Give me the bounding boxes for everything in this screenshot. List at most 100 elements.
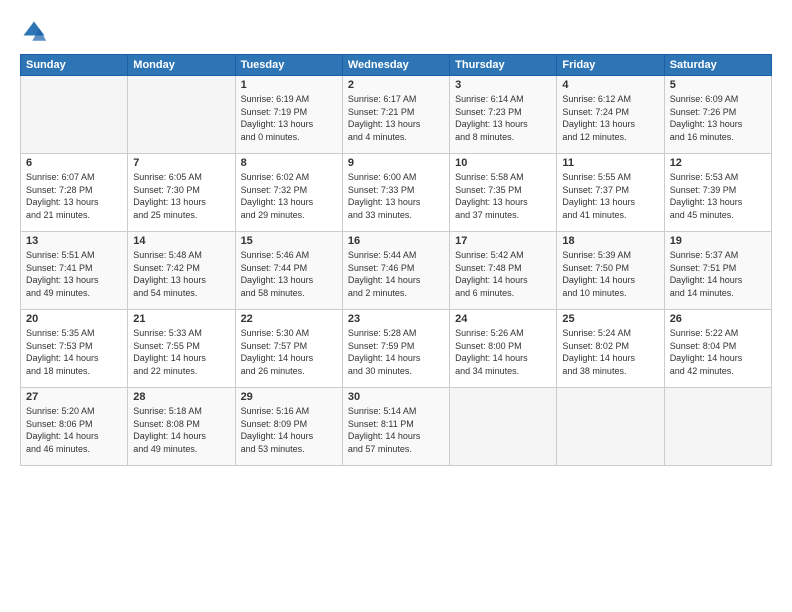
day-info: Sunrise: 5:51 AM Sunset: 7:41 PM Dayligh…: [26, 249, 122, 299]
calendar-cell: 25Sunrise: 5:24 AM Sunset: 8:02 PM Dayli…: [557, 310, 664, 388]
day-info: Sunrise: 5:42 AM Sunset: 7:48 PM Dayligh…: [455, 249, 551, 299]
calendar-cell: 20Sunrise: 5:35 AM Sunset: 7:53 PM Dayli…: [21, 310, 128, 388]
day-info: Sunrise: 5:53 AM Sunset: 7:39 PM Dayligh…: [670, 171, 766, 221]
calendar-week-row: 6 Sunrise: 6:07 AM Sunset: 7:28 PM Daylig…: [21, 154, 772, 232]
calendar-week-row: 1 Sunrise: 6:19 AM Sunset: 7:19 PM Daylig…: [21, 76, 772, 154]
calendar-week-row: 27 Sunrise: 5:20 AM Sunset: 8:06 PM Dayli…: [21, 388, 772, 466]
day-info: Sunrise: 6:17 AM Sunset: 7:21 PM Dayligh…: [348, 93, 444, 143]
calendar-table: SundayMondayTuesdayWednesdayThursdayFrid…: [20, 54, 772, 466]
calendar-cell: [557, 388, 664, 466]
day-info: Sunrise: 5:46 AM Sunset: 7:44 PM Dayligh…: [241, 249, 337, 299]
day-info: Sunrise: 6:09 AM Sunset: 7:26 PM Dayligh…: [670, 93, 766, 143]
calendar-cell: 21 Sunrise: 5:33 AM Sunset: 7:55 PM Dayli…: [128, 310, 235, 388]
day-info: Sunrise: 6:00 AM Sunset: 7:33 PM Dayligh…: [348, 171, 444, 221]
day-number: 17: [455, 235, 551, 247]
calendar-cell: 17 Sunrise: 5:42 AM Sunset: 7:48 PM Dayli…: [450, 232, 557, 310]
day-info: Sunrise: 5:55 AM Sunset: 7:37 PM Dayligh…: [562, 171, 658, 221]
day-number: 12: [670, 157, 766, 169]
calendar-cell: 16 Sunrise: 5:44 AM Sunset: 7:46 PM Dayli…: [342, 232, 449, 310]
day-info: Sunrise: 5:39 AM Sunset: 7:50 PM Dayligh…: [562, 249, 658, 299]
calendar-cell: 6 Sunrise: 6:07 AM Sunset: 7:28 PM Daylig…: [21, 154, 128, 232]
calendar-cell: 5 Sunrise: 6:09 AM Sunset: 7:26 PM Daylig…: [664, 76, 771, 154]
day-number: 4: [562, 79, 658, 91]
calendar-cell: 13 Sunrise: 5:51 AM Sunset: 7:41 PM Dayli…: [21, 232, 128, 310]
calendar-cell: 14Sunrise: 5:48 AM Sunset: 7:42 PM Dayli…: [128, 232, 235, 310]
calendar-cell: 28 Sunrise: 5:18 AM Sunset: 8:08 PM Dayli…: [128, 388, 235, 466]
weekday-header-wednesday: Wednesday: [342, 55, 449, 76]
day-number: 19: [670, 235, 766, 247]
calendar-cell: 19 Sunrise: 5:37 AM Sunset: 7:51 PM Dayli…: [664, 232, 771, 310]
day-info: Sunrise: 5:14 AM Sunset: 8:11 PM Dayligh…: [348, 405, 444, 455]
day-number: 8: [241, 157, 337, 169]
calendar-cell: 4 Sunrise: 6:12 AM Sunset: 7:24 PM Daylig…: [557, 76, 664, 154]
day-number: 24: [455, 313, 551, 325]
day-number: 26: [670, 313, 766, 325]
day-number: 21: [133, 313, 229, 325]
day-info: Sunrise: 5:28 AM Sunset: 7:59 PM Dayligh…: [348, 327, 444, 377]
day-info: Sunrise: 5:22 AM Sunset: 8:04 PM Dayligh…: [670, 327, 766, 377]
day-number: 22: [241, 313, 337, 325]
calendar-cell: 10Sunrise: 5:58 AM Sunset: 7:35 PM Dayli…: [450, 154, 557, 232]
calendar-cell: 9 Sunrise: 6:00 AM Sunset: 7:33 PM Daylig…: [342, 154, 449, 232]
day-info: Sunrise: 6:19 AM Sunset: 7:19 PM Dayligh…: [241, 93, 337, 143]
day-info: Sunrise: 5:18 AM Sunset: 8:08 PM Dayligh…: [133, 405, 229, 455]
day-number: 16: [348, 235, 444, 247]
day-info: Sunrise: 5:20 AM Sunset: 8:06 PM Dayligh…: [26, 405, 122, 455]
weekday-header-friday: Friday: [557, 55, 664, 76]
day-info: Sunrise: 5:48 AM Sunset: 7:42 PM Dayligh…: [133, 249, 229, 299]
calendar-cell: 22Sunrise: 5:30 AM Sunset: 7:57 PM Dayli…: [235, 310, 342, 388]
day-number: 6: [26, 157, 122, 169]
calendar-cell: 12 Sunrise: 5:53 AM Sunset: 7:39 PM Dayli…: [664, 154, 771, 232]
calendar-cell: 23 Sunrise: 5:28 AM Sunset: 7:59 PM Dayli…: [342, 310, 449, 388]
day-number: 1: [241, 79, 337, 91]
day-number: 2: [348, 79, 444, 91]
weekday-header-saturday: Saturday: [664, 55, 771, 76]
calendar-cell: 1 Sunrise: 6:19 AM Sunset: 7:19 PM Daylig…: [235, 76, 342, 154]
weekday-header-sunday: Sunday: [21, 55, 128, 76]
day-number: 29: [241, 391, 337, 403]
day-info: Sunrise: 5:26 AM Sunset: 8:00 PM Dayligh…: [455, 327, 551, 377]
day-number: 23: [348, 313, 444, 325]
calendar-cell: [128, 76, 235, 154]
calendar-cell: [664, 388, 771, 466]
weekday-header-thursday: Thursday: [450, 55, 557, 76]
day-number: 7: [133, 157, 229, 169]
day-info: Sunrise: 6:07 AM Sunset: 7:28 PM Dayligh…: [26, 171, 122, 221]
calendar-cell: 29 Sunrise: 5:16 AM Sunset: 8:09 PM Dayli…: [235, 388, 342, 466]
day-info: Sunrise: 6:02 AM Sunset: 7:32 PM Dayligh…: [241, 171, 337, 221]
day-number: 11: [562, 157, 658, 169]
calendar-cell: 8 Sunrise: 6:02 AM Sunset: 7:32 PM Daylig…: [235, 154, 342, 232]
weekday-header-tuesday: Tuesday: [235, 55, 342, 76]
calendar-cell: 11 Sunrise: 5:55 AM Sunset: 7:37 PM Dayli…: [557, 154, 664, 232]
day-info: Sunrise: 5:37 AM Sunset: 7:51 PM Dayligh…: [670, 249, 766, 299]
day-number: 13: [26, 235, 122, 247]
day-number: 25: [562, 313, 658, 325]
calendar-week-row: 13 Sunrise: 5:51 AM Sunset: 7:41 PM Dayli…: [21, 232, 772, 310]
day-info: Sunrise: 6:14 AM Sunset: 7:23 PM Dayligh…: [455, 93, 551, 143]
calendar-cell: 15 Sunrise: 5:46 AM Sunset: 7:44 PM Dayli…: [235, 232, 342, 310]
day-number: 27: [26, 391, 122, 403]
calendar-cell: 3Sunrise: 6:14 AM Sunset: 7:23 PM Daylig…: [450, 76, 557, 154]
day-info: Sunrise: 6:12 AM Sunset: 7:24 PM Dayligh…: [562, 93, 658, 143]
day-number: 9: [348, 157, 444, 169]
day-number: 15: [241, 235, 337, 247]
weekday-header-row: SundayMondayTuesdayWednesdayThursdayFrid…: [21, 55, 772, 76]
day-number: 18: [562, 235, 658, 247]
day-number: 20: [26, 313, 122, 325]
day-info: Sunrise: 5:16 AM Sunset: 8:09 PM Dayligh…: [241, 405, 337, 455]
day-number: 28: [133, 391, 229, 403]
day-number: 10: [455, 157, 551, 169]
calendar-cell: 27 Sunrise: 5:20 AM Sunset: 8:06 PM Dayli…: [21, 388, 128, 466]
day-info: Sunrise: 6:05 AM Sunset: 7:30 PM Dayligh…: [133, 171, 229, 221]
calendar-cell: [21, 76, 128, 154]
calendar-cell: 18 Sunrise: 5:39 AM Sunset: 7:50 PM Dayli…: [557, 232, 664, 310]
day-number: 5: [670, 79, 766, 91]
header: [20, 18, 772, 46]
calendar-cell: 7 Sunrise: 6:05 AM Sunset: 7:30 PM Daylig…: [128, 154, 235, 232]
calendar-cell: 24 Sunrise: 5:26 AM Sunset: 8:00 PM Dayli…: [450, 310, 557, 388]
calendar-week-row: 20Sunrise: 5:35 AM Sunset: 7:53 PM Dayli…: [21, 310, 772, 388]
day-info: Sunrise: 5:44 AM Sunset: 7:46 PM Dayligh…: [348, 249, 444, 299]
weekday-header-monday: Monday: [128, 55, 235, 76]
day-info: Sunrise: 5:33 AM Sunset: 7:55 PM Dayligh…: [133, 327, 229, 377]
calendar-cell: 30Sunrise: 5:14 AM Sunset: 8:11 PM Dayli…: [342, 388, 449, 466]
